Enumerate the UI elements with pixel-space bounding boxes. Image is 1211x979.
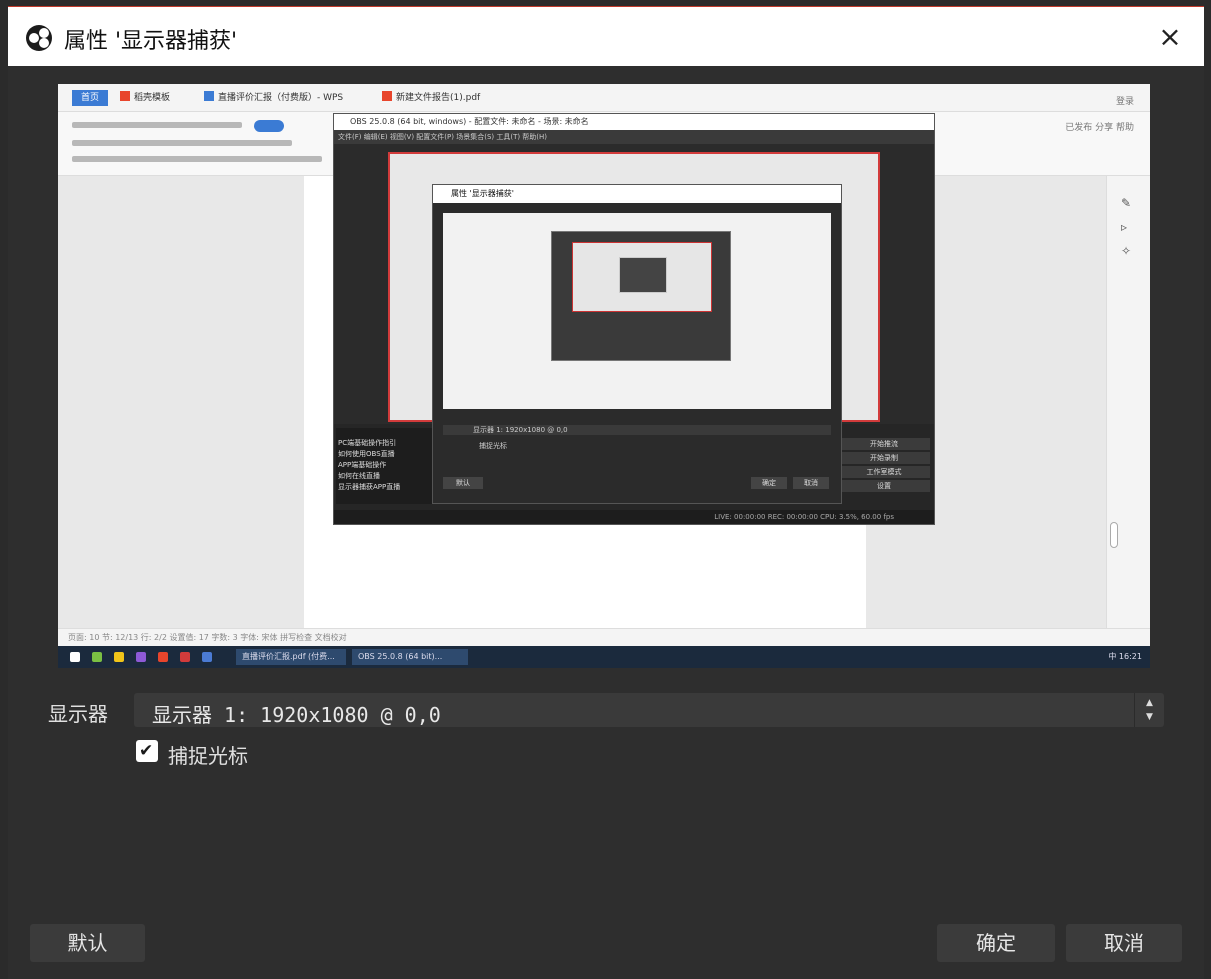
nested-ok-button: 确定	[751, 477, 787, 489]
nested-control: 设置	[838, 480, 930, 492]
toolbar-start-tab	[254, 120, 284, 132]
app-icon-3	[136, 652, 146, 662]
doc-left-margin	[58, 176, 304, 628]
wps-scrollbar	[1110, 522, 1118, 548]
recursive-capture-inner	[572, 242, 712, 312]
taskbar-item-wps: 直播评价汇报.pdf (付费...	[236, 649, 346, 665]
nested-scene-item: PC端基础操作指引	[338, 439, 397, 447]
app-icon-6	[202, 652, 212, 662]
wps-tab-document-label: 直播评价汇报（付费版）- WPS	[218, 93, 344, 103]
default-button[interactable]: 默认	[30, 924, 145, 962]
pen-icon: ✎	[1121, 196, 1132, 210]
wps-tab-templates-label: 稻壳模板	[134, 93, 171, 103]
toolbar-row-2	[72, 140, 292, 146]
docer-icon	[120, 91, 130, 101]
select-spinner[interactable]: ▲ ▼	[1134, 693, 1164, 727]
monitor-label: 显示器	[48, 702, 108, 726]
login-label: 登录	[1115, 97, 1134, 107]
wps-status-bar: 页面: 10 节: 12/13 行: 2/2 设置值: 17 字数: 3 字体:…	[58, 628, 1150, 646]
wps-tab-bar: 首页 稻壳模板 直播评价汇报（付费版）- WPS 新建文件报告(1).pdf	[58, 84, 1150, 112]
toolbar-row-1	[72, 122, 242, 128]
recursive-capture-core	[619, 257, 667, 293]
obs-logo-icon	[26, 25, 52, 51]
pdf-icon	[382, 91, 392, 101]
monitor-select-value: 显示器 1: 1920x1080 @ 0,0	[152, 703, 441, 727]
nested-obs-controls: 开始推流 开始录制 工作室模式 设置	[838, 438, 930, 502]
nested-monitor-field: 显示器 1: 1920x1080 @ 0,0	[443, 425, 831, 435]
nested-capture-cursor: 捕捉光标	[479, 442, 507, 450]
app-icon-5	[180, 652, 190, 662]
nested-obs-status: LIVE: 00:00:00 REC: 00:00:00 CPU: 3.5%, …	[334, 510, 934, 524]
nested-control: 开始推流	[838, 438, 930, 450]
app-icon-4	[158, 652, 168, 662]
wps-tab-document: 直播评价汇报（付费版）- WPS	[204, 90, 343, 106]
nested-dialog-preview	[443, 213, 831, 409]
wps-tab-templates: 稻壳模板	[120, 90, 170, 106]
sparkle-icon: ✧	[1121, 244, 1132, 258]
nested-dialog-title: 属性 '显示器捕获'	[433, 185, 841, 203]
nested-obs-menu: 文件(F) 编辑(E) 视图(V) 配置文件(P) 场景集合(S) 工具(T) …	[334, 130, 934, 144]
chevron-up-icon: ▲	[1146, 698, 1153, 708]
app-icon-1	[92, 652, 102, 662]
nested-obs-scenes: PC端基础操作指引 如何使用OBS直播 APP端基础操作 如何在线直播 显示器捕…	[336, 428, 432, 504]
nested-scene-item: APP端基础操作	[338, 461, 387, 469]
nested-obs-window: OBS 25.0.8 (64 bit, windows) - 配置文件: 未命名…	[333, 113, 935, 525]
windows-taskbar: 直播评价汇报.pdf (付费... OBS 25.0.8 (64 bit)...…	[58, 646, 1150, 668]
windows-start-icon	[70, 652, 80, 662]
app-icon-2	[114, 652, 124, 662]
title-bar: 属性 '显示器捕获' ×	[8, 6, 1204, 66]
monitor-select[interactable]: 显示器 1: 1920x1080 @ 0,0 ▲ ▼	[134, 693, 1164, 727]
ok-button[interactable]: 确定	[937, 924, 1055, 962]
nested-properties-dialog: 属性 '显示器捕获' 显示器 1: 1920x1080 @ 0,0 捕捉光标 默…	[432, 184, 842, 504]
nested-default-button: 默认	[443, 477, 483, 489]
wps-side-panel: ✎ ▹ ✧	[1106, 176, 1150, 628]
nested-control: 开始录制	[838, 452, 930, 464]
capture-cursor-checkbox[interactable]: ✔	[136, 740, 158, 762]
wps-tab-pdf-label: 新建文件报告(1).pdf	[396, 93, 481, 103]
nested-obs-title: OBS 25.0.8 (64 bit, windows) - 配置文件: 未命名…	[334, 114, 934, 130]
nested-scene-item: 显示器捕获APP直播	[338, 483, 401, 491]
chevron-down-icon: ▼	[1146, 712, 1153, 722]
capture-cursor-label[interactable]: 捕捉光标	[168, 740, 248, 769]
nested-control: 工作室模式	[838, 466, 930, 478]
nested-scene-item: 如何使用OBS直播	[338, 450, 395, 458]
doc-icon	[204, 91, 214, 101]
nested-scene-item: 如何在线直播	[338, 472, 380, 480]
system-tray: 中 16:21	[1108, 652, 1142, 661]
cancel-button[interactable]: 取消	[1066, 924, 1182, 962]
wps-tab-pdf: 新建文件报告(1).pdf	[382, 90, 480, 106]
pointer-icon: ▹	[1121, 220, 1128, 234]
nested-cancel-button: 取消	[793, 477, 829, 489]
toolbar-right-actions: 已发布 分享 帮助	[1065, 123, 1134, 133]
wps-tab-home: 首页	[72, 90, 108, 106]
checkmark-icon: ✔	[139, 741, 154, 761]
close-button[interactable]: ×	[1152, 19, 1188, 55]
window-title: 属性 '显示器捕获'	[64, 29, 238, 54]
taskbar-item-obs: OBS 25.0.8 (64 bit)...	[352, 649, 468, 665]
recursive-capture	[551, 231, 731, 361]
capture-preview: 首页 稻壳模板 直播评价汇报（付费版）- WPS 新建文件报告(1).pdf 已…	[58, 84, 1150, 668]
toolbar-row-3	[72, 156, 322, 162]
